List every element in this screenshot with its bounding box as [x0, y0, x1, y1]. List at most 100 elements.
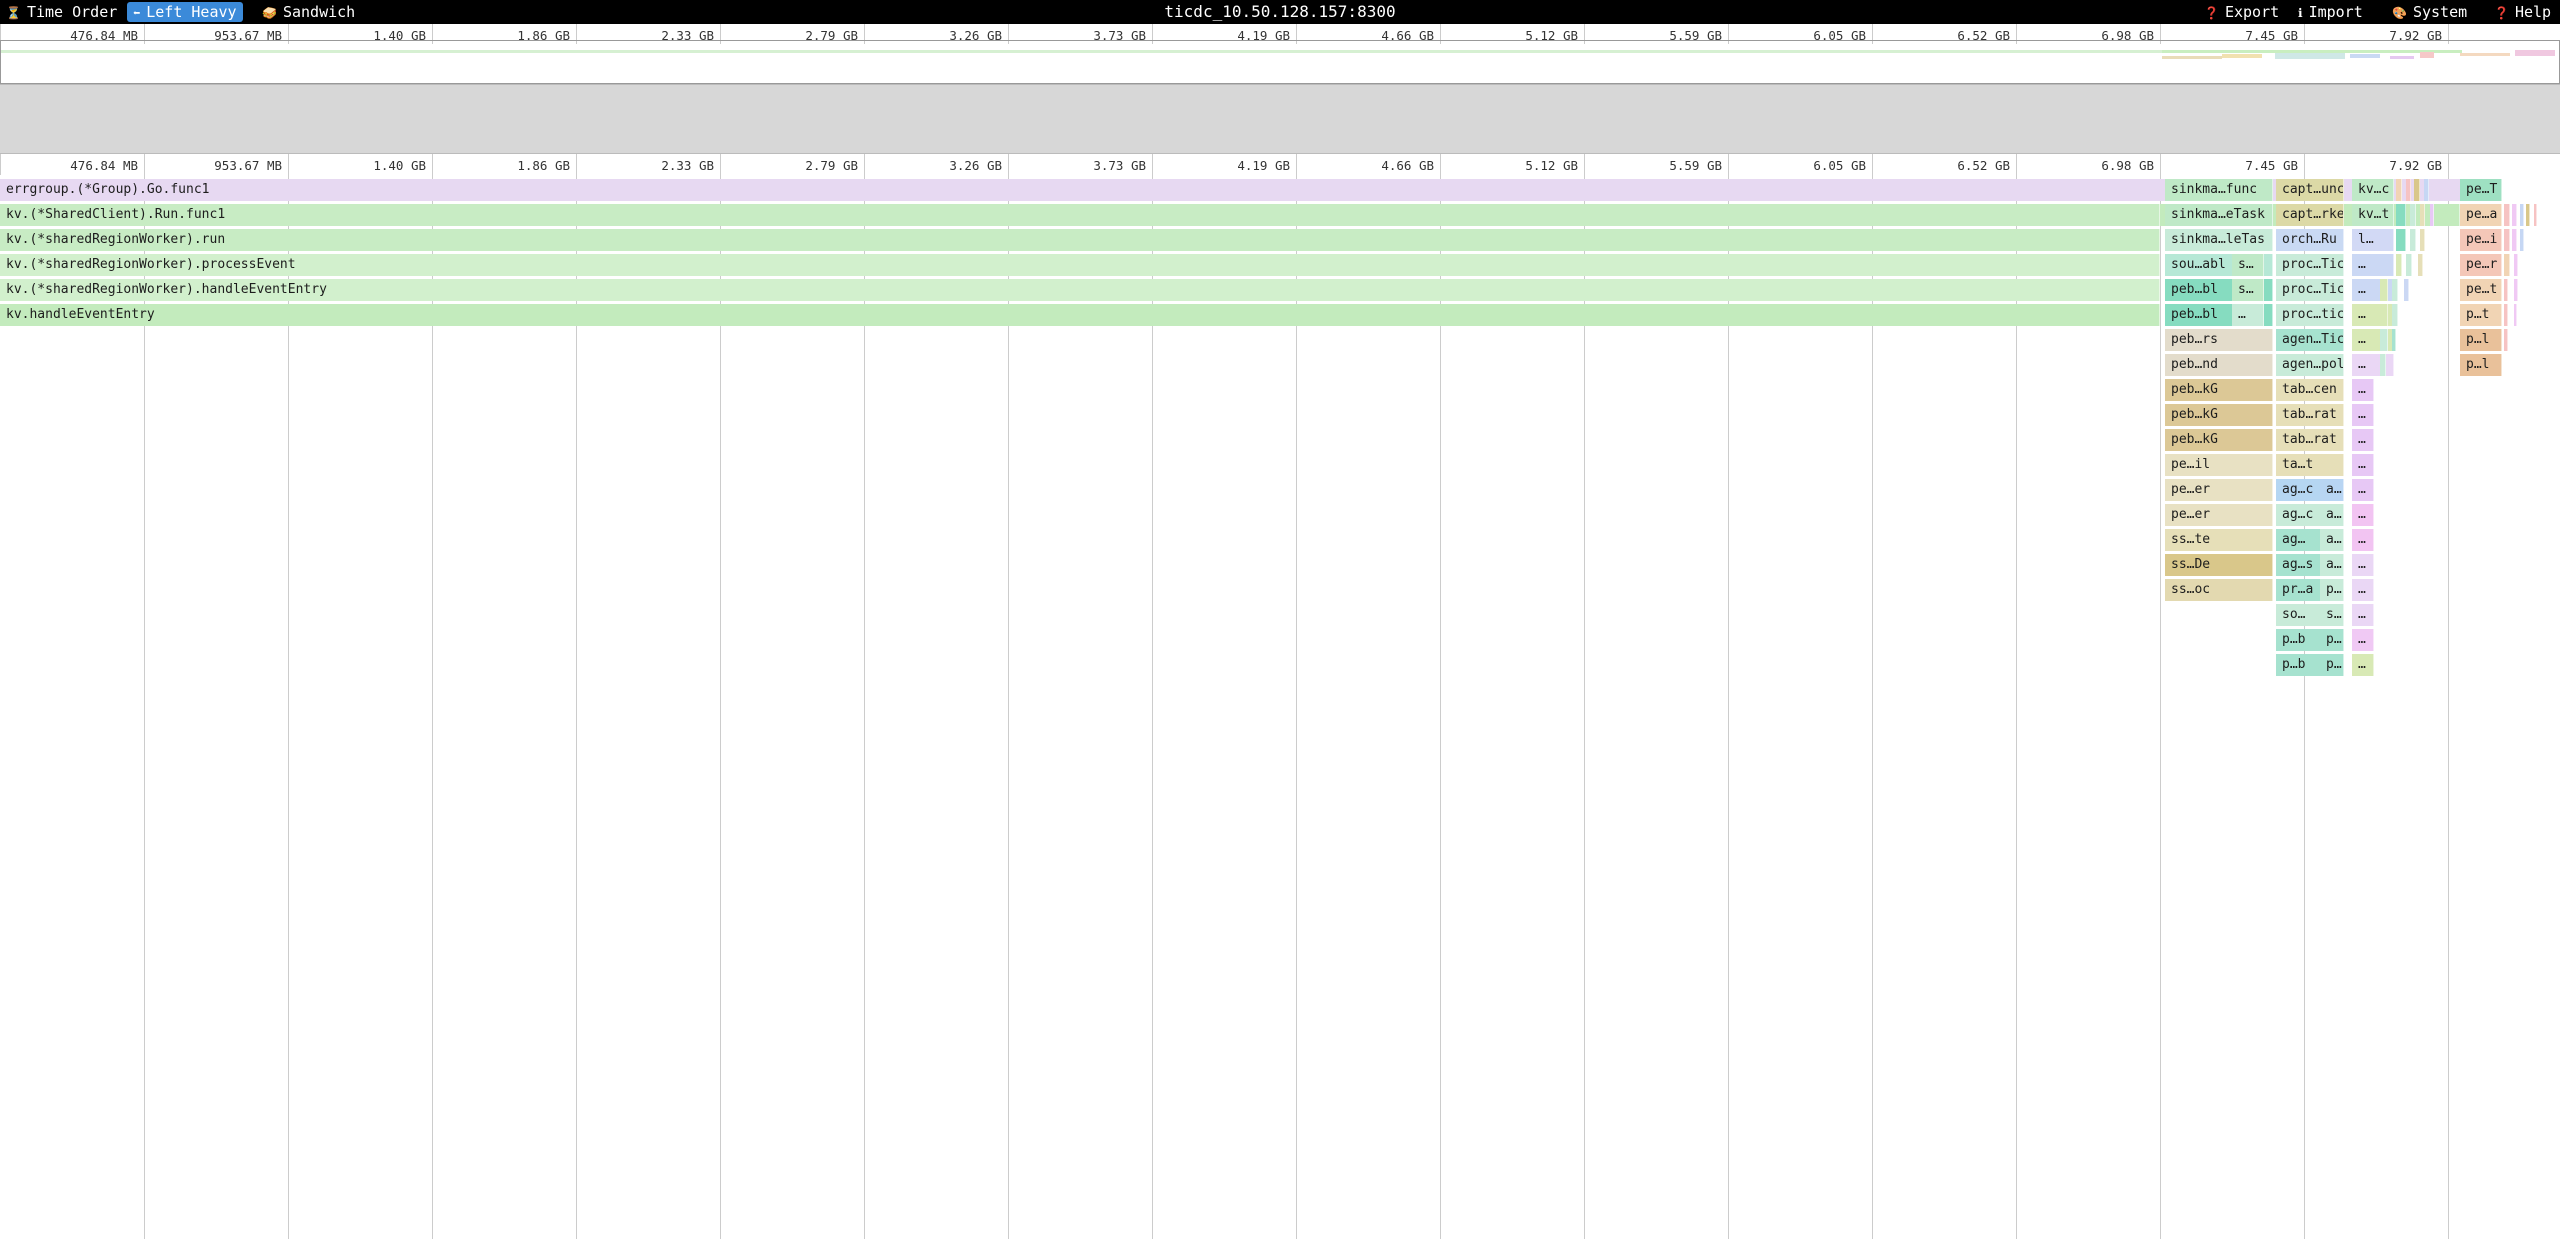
flame-frame-root[interactable]: kv.(*sharedRegionWorker).run — [0, 229, 2160, 251]
flame-frame[interactable]: sinkma…func — [2165, 179, 2273, 201]
flame-frame-sliver[interactable] — [2406, 179, 2411, 201]
flame-frame[interactable]: p…t — [2460, 304, 2502, 326]
flame-frame[interactable]: … — [2352, 454, 2374, 476]
flame-frame[interactable]: p… — [2320, 654, 2344, 676]
flame-frame[interactable]: peb…nd — [2165, 354, 2273, 376]
flame-frame-sliver[interactable] — [2380, 279, 2388, 301]
flame-frame[interactable]: … — [2352, 379, 2374, 401]
flame-frame[interactable]: kv…t — [2352, 204, 2394, 226]
flame-frame-root[interactable]: kv.(*sharedRegionWorker).handleEventEntr… — [0, 279, 2160, 301]
flame-frame-root[interactable]: errgroup.(*Group).Go.func1 — [0, 179, 2462, 201]
flame-frame-root[interactable]: kv.handleEventEntry — [0, 304, 2160, 326]
flame-frame-sliver[interactable] — [2396, 254, 2402, 276]
flame-frame[interactable]: agen…Tic — [2276, 329, 2344, 351]
flame-frame-sliver[interactable] — [2514, 279, 2518, 301]
flame-frame[interactable]: tab…rat — [2276, 429, 2344, 451]
export-button[interactable]: ❓ Export — [2198, 2, 2285, 22]
flame-frame[interactable]: pe…r — [2460, 254, 2502, 276]
flame-frame-root[interactable]: kv.(*SharedClient).Run.func1 — [0, 204, 2160, 226]
flame-frame[interactable]: a… — [2320, 504, 2344, 526]
flame-frame-sliver[interactable] — [2406, 254, 2412, 276]
system-button[interactable]: 🎨 System — [2386, 2, 2473, 22]
flame-frame-sliver[interactable] — [2380, 329, 2388, 351]
flame-frame[interactable]: … — [2352, 654, 2374, 676]
flame-frame[interactable]: peb…kG — [2165, 379, 2273, 401]
flame-frame[interactable]: l… — [2352, 229, 2394, 251]
flame-frame-sliver[interactable] — [2504, 204, 2510, 226]
flame-frame[interactable]: kv…c — [2352, 179, 2394, 201]
flame-frame-sliver[interactable] — [2514, 304, 2517, 326]
flame-frame-sliver[interactable] — [2420, 229, 2425, 251]
flame-frame[interactable]: … — [2352, 604, 2374, 626]
flame-frame[interactable]: p…l — [2460, 329, 2502, 351]
flame-frame[interactable]: ss…oc — [2165, 579, 2273, 601]
flame-frame[interactable]: p… — [2320, 579, 2344, 601]
flame-frame[interactable]: peb…rs — [2165, 329, 2273, 351]
flame-frame-sliver[interactable] — [2424, 179, 2429, 201]
flame-frame-sliver[interactable] — [2526, 204, 2530, 226]
flame-frame-sliver[interactable] — [2392, 279, 2398, 301]
flame-frame[interactable]: … — [2352, 504, 2374, 526]
flame-frame[interactable]: proc…tic — [2276, 304, 2344, 326]
flame-frame[interactable]: sinkma…eTask — [2165, 204, 2273, 226]
tab-time-order[interactable]: ⏳ Time Order — [0, 2, 123, 22]
flame-frame[interactable]: ss…De — [2165, 554, 2273, 576]
help-button[interactable]: ❓ Help — [2488, 2, 2557, 22]
flame-frame[interactable]: … — [2352, 554, 2374, 576]
flame-frame[interactable]: tab…cen — [2276, 379, 2344, 401]
flame-frame[interactable]: pe…il — [2165, 454, 2273, 476]
flame-frame[interactable]: pe…a — [2460, 204, 2502, 226]
flame-frame-sliver[interactable] — [2514, 254, 2518, 276]
flame-frame-root[interactable]: kv.(*sharedRegionWorker).processEvent — [0, 254, 2160, 276]
flame-frame[interactable]: … — [2352, 254, 2394, 276]
flame-frame[interactable]: … — [2352, 579, 2374, 601]
flame-frame-sliver[interactable] — [2504, 304, 2508, 326]
tab-left-heavy[interactable]: ⬅ Left Heavy — [127, 2, 243, 22]
flame-frame[interactable]: pe…i — [2460, 229, 2502, 251]
flame-frame[interactable]: pe…er — [2165, 479, 2273, 501]
flame-frame[interactable]: proc…Tic — [2276, 279, 2344, 301]
flame-frame-sliver[interactable] — [2392, 329, 2396, 351]
flame-frame[interactable]: … — [2352, 529, 2374, 551]
flame-frame[interactable]: capt…rke — [2276, 204, 2344, 226]
flame-frame-sliver[interactable] — [2504, 329, 2508, 351]
flame-frame-sliver[interactable] — [2418, 254, 2423, 276]
flame-frame-sliver[interactable] — [2380, 354, 2386, 376]
flame-frame[interactable]: p…l — [2460, 354, 2502, 376]
flame-frame-sliver[interactable] — [2420, 204, 2425, 226]
minimap-viewport[interactable] — [0, 40, 2560, 84]
flame-frame[interactable]: ta…t — [2276, 454, 2344, 476]
flame-frame[interactable]: … — [2352, 404, 2374, 426]
flame-frame-sliver[interactable] — [2512, 229, 2517, 251]
flame-frame[interactable]: … — [2352, 429, 2374, 451]
flame-frame[interactable]: a… — [2320, 479, 2344, 501]
flame-frame-sliver[interactable] — [2520, 204, 2524, 226]
flame-frame-sliver[interactable] — [2430, 204, 2434, 226]
tab-sandwich[interactable]: 🥪 Sandwich — [256, 2, 361, 22]
flame-frame-sliver[interactable] — [2396, 229, 2406, 251]
flame-frame[interactable]: orch…Ru — [2276, 229, 2344, 251]
flame-frame-sliver[interactable] — [2504, 279, 2508, 301]
flame-frame-sliver[interactable] — [2396, 204, 2406, 226]
flame-frame[interactable]: … — [2352, 629, 2374, 651]
flame-frame-sliver[interactable] — [2404, 279, 2409, 301]
flame-frame-sliver[interactable] — [2410, 204, 2416, 226]
flame-frame[interactable]: pe…t — [2460, 279, 2502, 301]
flame-frame[interactable]: tab…rat — [2276, 404, 2344, 426]
flame-frame-sliver[interactable] — [2504, 254, 2510, 276]
flame-frame[interactable]: proc…Tic — [2276, 254, 2344, 276]
flame-frame-sliver[interactable] — [2520, 229, 2524, 251]
flame-frame-sliver[interactable] — [2534, 204, 2537, 226]
flame-frame[interactable]: s… — [2232, 279, 2264, 301]
flame-frame[interactable]: … — [2232, 304, 2264, 326]
flame-frame[interactable]: ss…te — [2165, 529, 2273, 551]
flame-frame[interactable]: a… — [2320, 529, 2344, 551]
flame-frame[interactable]: p… — [2320, 629, 2344, 651]
flame-frame[interactable]: s… — [2320, 604, 2344, 626]
flamegraph[interactable]: errgroup.(*Group).Go.func1 kv.(*SharedCli… — [0, 175, 2560, 1239]
import-button[interactable]: ℹ Import — [2292, 2, 2369, 22]
flame-frame[interactable]: peb…kG — [2165, 429, 2273, 451]
flame-frame[interactable]: … — [2352, 354, 2394, 376]
flame-frame[interactable]: peb…kG — [2165, 404, 2273, 426]
flame-frame[interactable]: agen…pol — [2276, 354, 2344, 376]
